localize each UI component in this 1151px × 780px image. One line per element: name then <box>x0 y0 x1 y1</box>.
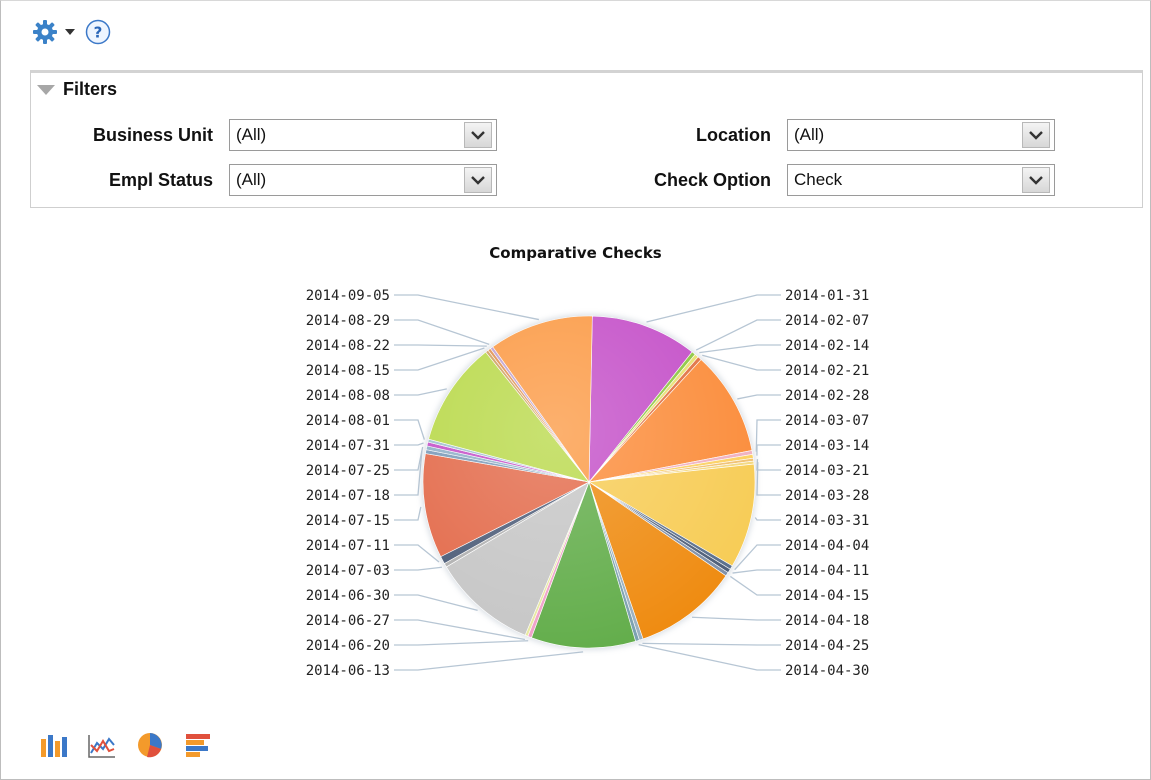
slice-label-2014-06-30: 2014-06-30 <box>306 588 390 604</box>
slice-label-2014-08-22: 2014-08-22 <box>306 338 390 354</box>
leader-line-2014-04-25 <box>642 642 781 646</box>
filters-toggle[interactable]: Filters <box>37 79 117 100</box>
location-select[interactable]: (All) <box>787 119 1055 151</box>
slice-label-2014-04-25: 2014-04-25 <box>785 638 869 654</box>
leader-line-2014-08-01 <box>394 419 425 440</box>
filters-panel: Filters Business Unit (All) Location (Al… <box>30 70 1143 208</box>
slice-label-2014-03-07: 2014-03-07 <box>785 413 869 429</box>
pie-chart-icon[interactable] <box>134 730 166 760</box>
bar-chart-icon[interactable] <box>38 730 70 760</box>
slice-label-2014-03-31: 2014-03-31 <box>785 513 869 529</box>
slice-label-2014-04-18: 2014-04-18 <box>785 613 869 629</box>
leader-line-2014-02-14 <box>699 344 781 354</box>
leader-line-2014-04-30 <box>638 643 781 671</box>
line-chart-icon[interactable] <box>86 730 118 760</box>
slice-label-2014-07-11: 2014-07-11 <box>306 538 390 554</box>
leader-line-2014-03-31 <box>754 517 781 521</box>
leader-line-2014-02-28 <box>737 394 781 400</box>
leader-line-2014-02-21 <box>702 354 781 371</box>
business-unit-select[interactable]: (All) <box>229 119 497 151</box>
business-unit-value: (All) <box>236 125 267 144</box>
leader-line-2014-06-30 <box>394 594 478 612</box>
svg-text:?: ? <box>94 24 103 42</box>
collapse-triangle-icon <box>37 84 55 95</box>
comparative-checks-chart: Comparative Checks 2014-01-31 2014-02-07 2… <box>0 230 1151 690</box>
slice-label-2014-04-30: 2014-04-30 <box>785 663 869 679</box>
leader-line-2014-04-15 <box>729 575 781 596</box>
empl-status-select[interactable]: (All) <box>229 164 497 196</box>
slice-label-2014-03-21: 2014-03-21 <box>785 463 869 479</box>
chevron-down-icon[interactable] <box>1022 167 1050 193</box>
slice-label-2014-07-15: 2014-07-15 <box>306 513 390 529</box>
slice-label-2014-09-05: 2014-09-05 <box>306 288 390 304</box>
leader-line-2014-06-13 <box>394 651 584 671</box>
slice-label-2014-03-28: 2014-03-28 <box>785 488 869 504</box>
leader-line-2014-08-29 <box>394 319 490 345</box>
slice-label-2014-01-31: 2014-01-31 <box>785 288 869 304</box>
leader-line-2014-03-07 <box>755 419 781 452</box>
slice-label-2014-07-31: 2014-07-31 <box>306 438 390 454</box>
location-value: (All) <box>794 125 825 144</box>
leader-line-2014-03-21 <box>756 459 781 471</box>
leader-line-2014-08-08 <box>394 388 447 396</box>
check-option-label: Check Option <box>653 170 771 190</box>
slice-label-2014-07-03: 2014-07-03 <box>306 563 390 579</box>
slice-label-2014-06-27: 2014-06-27 <box>306 613 390 629</box>
slice-label-2014-08-15: 2014-08-15 <box>306 363 390 379</box>
chevron-down-icon[interactable] <box>64 18 76 46</box>
slice-label-2014-08-01: 2014-08-01 <box>306 413 390 429</box>
filter-row-2: Empl Status (All) Check Option Check <box>31 164 1142 196</box>
leader-line-2014-07-15 <box>394 506 422 521</box>
pie-chart: 2014-01-31 2014-02-07 2014-02-14 2014-02-21… <box>306 288 870 679</box>
slice-label-2014-04-15: 2014-04-15 <box>785 588 869 604</box>
slice-label-2014-02-28: 2014-02-28 <box>785 388 869 404</box>
leader-line-2014-01-31 <box>646 294 781 323</box>
leader-line-2014-07-18 <box>394 450 423 496</box>
leader-line-2014-07-11 <box>394 544 440 563</box>
chart-type-switcher <box>38 730 214 760</box>
filter-row-1: Business Unit (All) Location (All) <box>31 119 1142 151</box>
slice-label-2014-08-08: 2014-08-08 <box>306 388 390 404</box>
empl-status-label: Empl Status <box>108 170 213 190</box>
slice-label-2014-06-13: 2014-06-13 <box>306 663 390 679</box>
slice-label-2014-02-07: 2014-02-07 <box>785 313 869 329</box>
slice-label-2014-03-14: 2014-03-14 <box>785 438 869 454</box>
slice-label-2014-06-20: 2014-06-20 <box>306 638 390 654</box>
leader-line-2014-04-11 <box>732 569 781 574</box>
leader-line-2014-07-25 <box>394 446 424 471</box>
slice-label-2014-07-25: 2014-07-25 <box>306 463 390 479</box>
slice-label-2014-07-18: 2014-07-18 <box>306 488 390 504</box>
toolbar: ? <box>30 18 112 46</box>
leader-line-2014-03-14 <box>756 444 781 456</box>
leader-line-2014-08-22 <box>394 344 487 347</box>
filters-title: Filters <box>63 79 118 99</box>
leader-line-2014-07-03 <box>394 566 442 571</box>
chevron-down-icon[interactable] <box>464 167 492 193</box>
location-label: Location <box>696 125 771 145</box>
leader-line-2014-04-18 <box>691 616 781 621</box>
leader-line-2014-09-05 <box>394 294 540 321</box>
slice-label-2014-04-04: 2014-04-04 <box>785 538 869 554</box>
leader-line-2014-07-31 <box>394 442 424 446</box>
check-option-select[interactable]: Check <box>787 164 1055 196</box>
chevron-down-icon[interactable] <box>1022 122 1050 148</box>
check-option-value: Check <box>794 170 843 189</box>
leader-line-2014-06-20 <box>394 640 529 646</box>
slice-label-2014-08-29: 2014-08-29 <box>306 313 390 329</box>
chevron-down-icon[interactable] <box>464 122 492 148</box>
leader-line-2014-03-28 <box>756 462 781 496</box>
slice-label-2014-02-21: 2014-02-21 <box>785 363 869 379</box>
stacked-bar-chart-icon[interactable] <box>182 730 214 760</box>
help-icon[interactable]: ? <box>84 18 112 46</box>
empl-status-value: (All) <box>236 170 267 189</box>
business-unit-label: Business Unit <box>92 125 213 145</box>
slice-label-2014-02-14: 2014-02-14 <box>785 338 869 354</box>
slice-label-2014-04-11: 2014-04-11 <box>785 563 869 579</box>
gear-icon[interactable] <box>30 18 60 46</box>
